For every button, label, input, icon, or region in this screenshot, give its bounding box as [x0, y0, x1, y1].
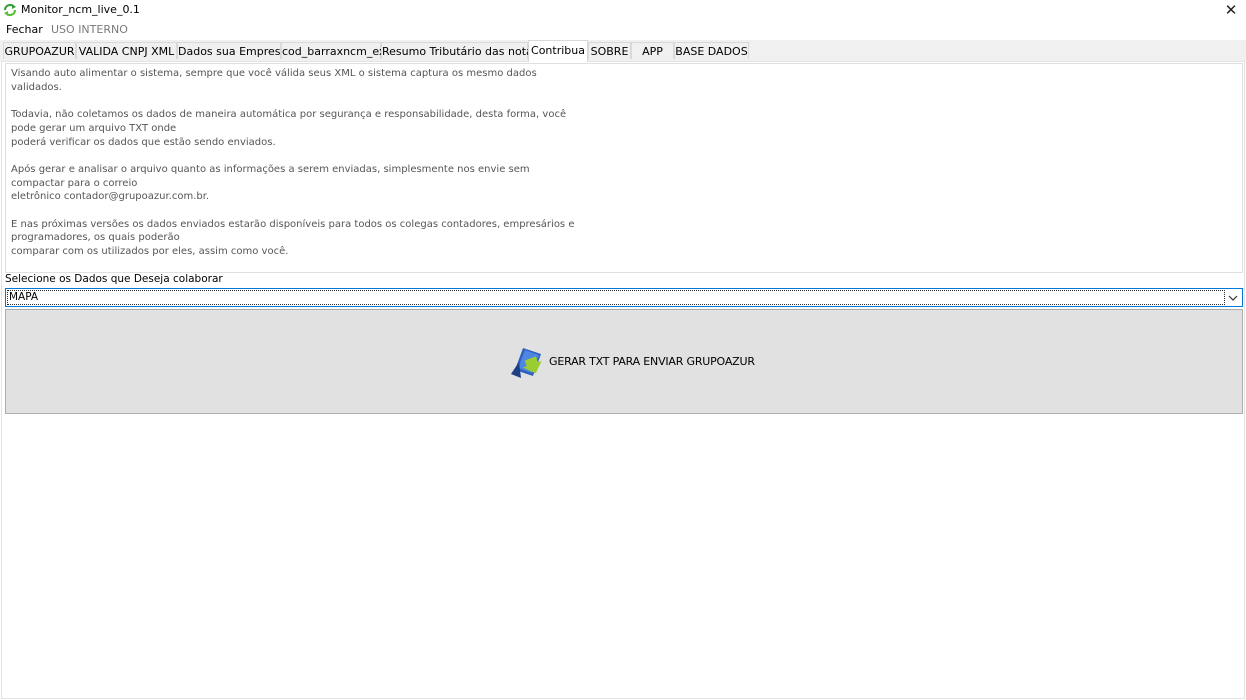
- generate-txt-button[interactable]: GERAR TXT PARA ENVIAR GRUPOAZUR: [5, 309, 1243, 414]
- window-title: Monitor_ncm_live_0.1: [21, 3, 140, 16]
- tab-strip: GRUPOAZUR VALIDA CNPJ XML Dados sua Empr…: [0, 40, 1246, 62]
- tab-sobre[interactable]: SOBRE: [588, 42, 631, 59]
- select-value: MAPA: [9, 291, 39, 303]
- chevron-down-icon[interactable]: [1226, 291, 1240, 305]
- tab-app[interactable]: APP: [631, 42, 674, 59]
- menu-item-uso-interno[interactable]: USO INTERNO: [51, 23, 128, 36]
- generate-txt-button-label: GERAR TXT PARA ENVIAR GRUPOAZUR: [549, 355, 755, 368]
- description-memo[interactable]: Visando auto alimentar o sistema, sempre…: [5, 63, 1243, 273]
- focus-rect: [7, 290, 1225, 305]
- recycle-arrows-icon: [3, 3, 17, 17]
- tab-base-dados[interactable]: BASE DADOS: [674, 42, 749, 59]
- data-select[interactable]: MAPA: [5, 288, 1243, 307]
- menu-bar: Fechar USO INTERNO: [0, 21, 1246, 39]
- tab-valida-cnpj-xml[interactable]: VALIDA CNPJ XML: [76, 42, 177, 59]
- contribua-panel: Visando auto alimentar o sistema, sempre…: [1, 61, 1245, 699]
- menu-item-fechar[interactable]: Fechar: [6, 23, 43, 36]
- tab-dados-sua-empresa[interactable]: Dados sua Empresa: [177, 42, 287, 59]
- tab-cod-barraxncm-ex[interactable]: cod_barraxncm_ex: [281, 42, 385, 59]
- export-file-icon: [511, 348, 542, 378]
- title-bar: Monitor_ncm_live_0.1 ✕: [0, 0, 1246, 20]
- select-label: Selecione os Dados que Deseja colaborar: [5, 273, 223, 285]
- close-button[interactable]: ✕: [1222, 1, 1240, 19]
- tab-contribua[interactable]: Contribua: [528, 40, 588, 62]
- tab-resumo-tributario[interactable]: Resumo Tributário das notas: [381, 42, 539, 59]
- tab-grupoazur[interactable]: GRUPOAZUR: [3, 42, 76, 59]
